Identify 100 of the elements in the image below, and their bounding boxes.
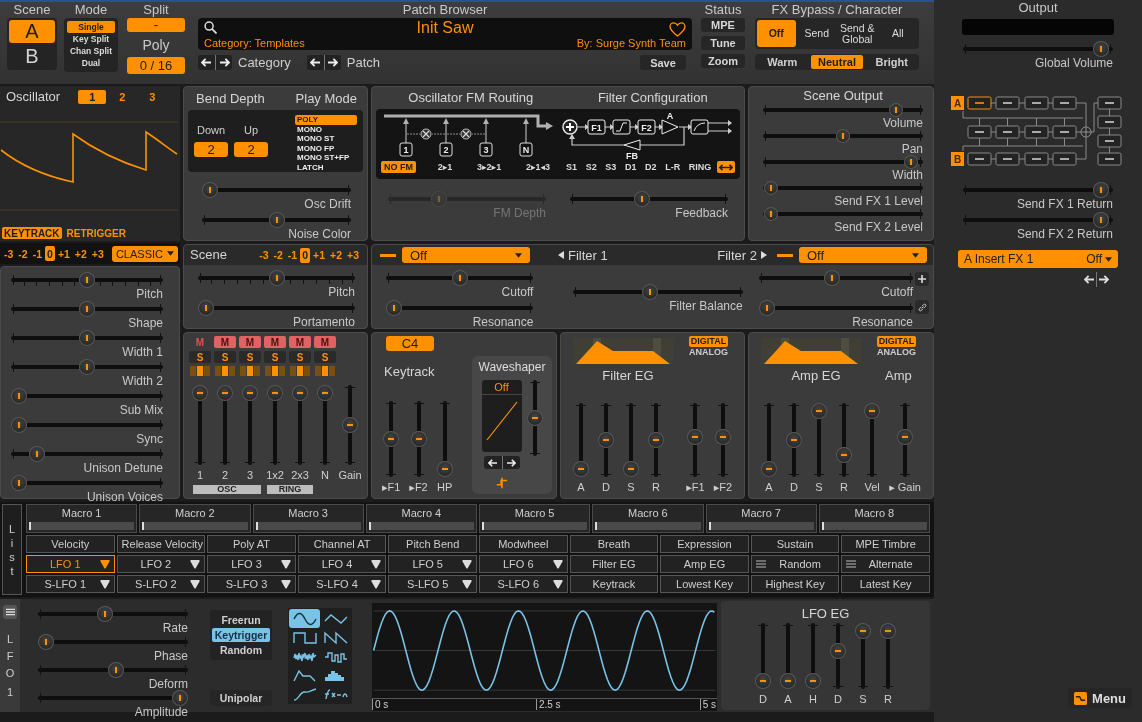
slider-track[interactable] [11, 388, 163, 404]
slider-knob[interactable] [648, 432, 664, 448]
play-mode-option[interactable]: MONO FP [295, 143, 357, 153]
mod-source-button[interactable]: S-LFO 6 [478, 575, 568, 593]
slider-track[interactable] [11, 446, 163, 462]
slider-knob[interactable] [38, 634, 54, 650]
fx-slot[interactable] [967, 96, 992, 110]
oscillator-toggle[interactable]: RETRIGGER [64, 227, 128, 239]
octave-option[interactable]: -3 [2, 246, 16, 261]
solo-button[interactable]: S [189, 351, 211, 363]
slider-track[interactable] [763, 181, 923, 195]
slider-track[interactable] [758, 270, 913, 286]
slider-knob[interactable] [292, 385, 308, 401]
macro-value-marker[interactable] [708, 522, 711, 530]
octave-option[interactable]: -1 [30, 246, 45, 261]
slider-track[interactable] [763, 207, 923, 221]
oscillator-tab[interactable]: 1 [78, 90, 107, 104]
slider-knob[interactable] [267, 385, 283, 401]
envelope-mode-option[interactable]: DIGITAL [688, 336, 729, 347]
fx-bypass-option[interactable]: Send & Global [838, 20, 877, 47]
mod-source-button[interactable]: Sustain [750, 535, 840, 553]
slider-knob[interactable] [79, 301, 95, 317]
mute-button[interactable]: M [314, 336, 336, 348]
slider-track[interactable] [383, 401, 400, 477]
mod-source-button[interactable]: S-LFO 1 [26, 575, 115, 593]
mod-source-button[interactable]: S-LFO 3 [207, 575, 296, 593]
play-mode-option[interactable]: MONO [295, 124, 357, 134]
octave-option[interactable]: +3 [89, 246, 106, 261]
slider-track[interactable] [598, 403, 614, 477]
scene-button[interactable]: A [9, 20, 55, 43]
slider-track[interactable] [198, 300, 355, 316]
mode-option[interactable]: Chan Split [67, 45, 115, 57]
bend-value-button[interactable]: 2 [194, 142, 228, 157]
mod-source-button[interactable]: LFO 1 [26, 555, 115, 573]
slider-knob[interactable] [107, 662, 124, 678]
fx-slot[interactable] [1097, 152, 1122, 166]
fm-mode-option[interactable]: NO FM [381, 161, 416, 173]
slider-track[interactable] [623, 403, 639, 477]
macro-slot[interactable]: Macro 8 [818, 504, 930, 533]
mod-source-button[interactable]: LFO 5 [388, 555, 477, 573]
slider-track[interactable] [386, 270, 534, 286]
slider-track[interactable] [192, 385, 208, 465]
slider-track[interactable] [573, 284, 743, 300]
oscillator-tab[interactable]: 2 [108, 90, 137, 104]
character-option[interactable]: Bright [865, 55, 918, 69]
slider-track[interactable] [963, 41, 1113, 57]
slider-track[interactable] [786, 403, 802, 477]
solo-button[interactable]: S [239, 351, 261, 363]
macro-value-marker[interactable] [821, 522, 824, 530]
fx-slot[interactable] [1052, 125, 1077, 139]
fx-slot[interactable] [1097, 115, 1122, 129]
menu-button[interactable] [3, 605, 17, 619]
slider-knob[interactable] [764, 181, 778, 195]
mod-source-button[interactable]: Channel AT [297, 535, 387, 553]
slider-knob[interactable] [714, 429, 731, 446]
filter-config-option[interactable]: D2 [642, 161, 660, 173]
octave-option[interactable]: -2 [16, 246, 30, 261]
macro-slot[interactable]: Macro 1 [26, 504, 138, 533]
slider-knob[interactable] [192, 385, 208, 401]
slider-knob[interactable] [780, 673, 796, 689]
mod-source-button[interactable]: Highest Key [750, 575, 840, 593]
filter-type-dropdown[interactable]: Off [799, 247, 927, 263]
mod-source-button[interactable]: LFO 3 [207, 555, 296, 573]
slider-knob[interactable] [836, 129, 850, 143]
slider-track[interactable] [880, 623, 896, 689]
filter-type-dropdown[interactable]: Off [402, 247, 530, 263]
slider-track[interactable] [11, 359, 163, 375]
filter-config-option[interactable]: S1 [563, 161, 580, 173]
fx-slot[interactable] [995, 96, 1020, 110]
slider-knob[interactable] [79, 330, 95, 346]
slider-knob[interactable] [573, 461, 589, 477]
mod-source-button[interactable]: Random [750, 555, 840, 573]
octave-option[interactable]: -1 [285, 247, 300, 263]
macro-slot[interactable]: Macro 4 [365, 504, 477, 533]
macro-slot[interactable]: Macro 2 [139, 504, 251, 533]
slider-track[interactable] [11, 272, 163, 288]
slider-track[interactable] [714, 403, 731, 477]
slider-knob[interactable] [642, 284, 659, 300]
envelope-mode-option[interactable]: DIGITAL [876, 336, 917, 347]
fx-slot[interactable] [995, 125, 1020, 139]
fx-slot[interactable] [967, 125, 992, 139]
keytrack-root-button[interactable]: C4 [386, 336, 434, 351]
heart-icon[interactable] [669, 22, 686, 37]
mod-source-button[interactable]: LFO 4 [297, 555, 387, 573]
slider-knob[interactable] [268, 212, 285, 228]
slider-track[interactable] [38, 606, 188, 622]
fx-slot[interactable] [995, 152, 1020, 166]
slider-track[interactable] [202, 182, 351, 198]
octave-option[interactable]: +3 [345, 247, 361, 263]
split-button[interactable]: - [127, 18, 185, 32]
scene-button[interactable]: B [9, 45, 55, 68]
fx-slot[interactable] [1097, 134, 1122, 148]
slider-knob[interactable] [880, 623, 896, 639]
solo-button[interactable]: S [289, 351, 311, 363]
trigger-mode-option[interactable]: Freerun [212, 613, 270, 627]
slider-knob[interactable] [11, 475, 27, 491]
slider-track[interactable] [11, 475, 163, 491]
lfo-shape-button[interactable] [289, 609, 320, 628]
slider-knob[interactable] [217, 385, 233, 401]
add-button[interactable] [915, 272, 929, 286]
